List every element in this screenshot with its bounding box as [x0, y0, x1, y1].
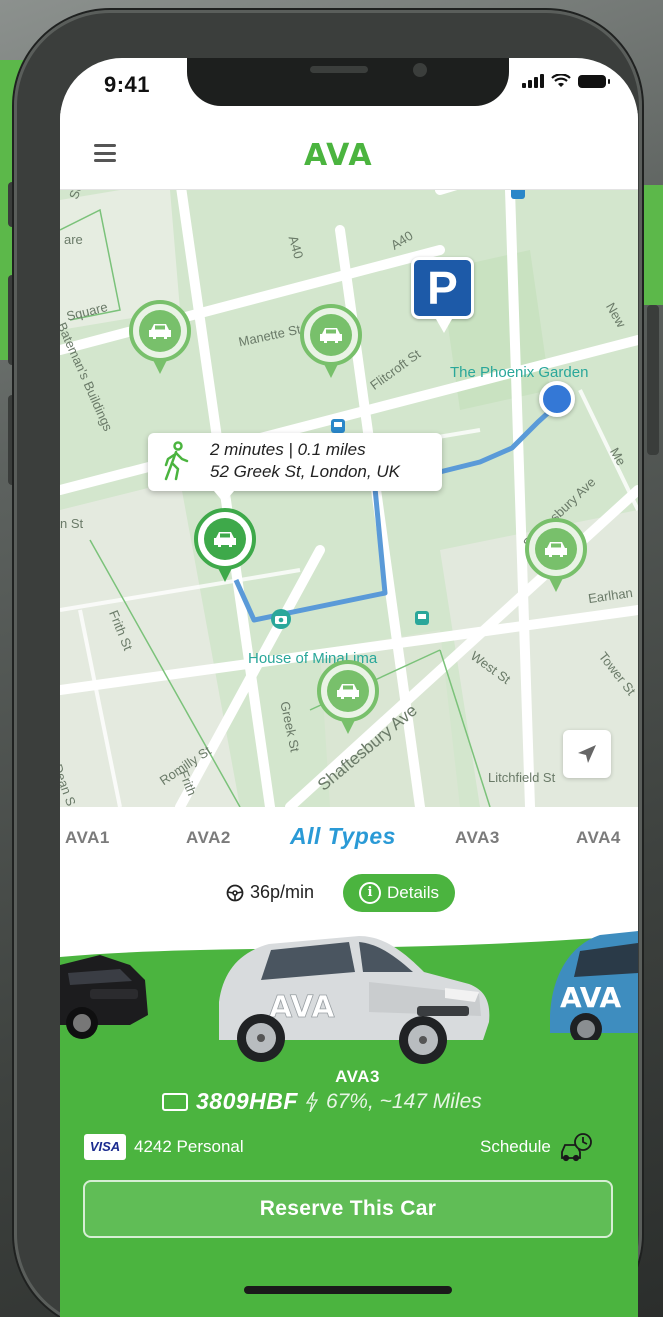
car-pin[interactable]	[317, 660, 379, 740]
schedule-button[interactable]: Schedule	[480, 1132, 593, 1162]
car-icon	[545, 542, 567, 557]
car-pin[interactable]	[300, 304, 362, 384]
payment-label: 4242 Personal	[134, 1137, 244, 1156]
details-button[interactable]: i Details	[343, 874, 455, 912]
phone-power-button	[647, 305, 659, 455]
transit-icon	[511, 190, 525, 199]
car-icon	[337, 684, 359, 699]
locate-me-button[interactable]	[563, 730, 611, 778]
status-time: 9:41	[104, 72, 151, 97]
menu-icon[interactable]	[94, 144, 116, 162]
phone-notch	[187, 58, 509, 106]
parking-marker-tail	[436, 319, 452, 333]
street-label: Litchfield St	[488, 770, 556, 785]
license-plate-icon	[162, 1092, 188, 1111]
phone-screen: AVA are Square Bateman's Buildings A40 A…	[60, 58, 638, 1317]
car-info-row: 3809HBF 67%, ~147 Miles	[162, 1088, 482, 1115]
tab-ava4[interactable]: AVA4	[576, 828, 621, 848]
charge-bolt-icon	[305, 1091, 318, 1112]
license-plate: 3809HBF	[196, 1088, 298, 1114]
phone-frame: AVA are Square Bateman's Buildings A40 A…	[14, 10, 642, 1317]
car-pin[interactable]	[129, 300, 191, 380]
wifi-icon	[551, 74, 571, 87]
schedule-label: Schedule	[480, 1137, 551, 1156]
steering-wheel-icon	[226, 884, 244, 901]
user-location-dot	[539, 381, 575, 417]
charge-range: 67%, ~147 Miles	[325, 1089, 482, 1113]
car-icon	[320, 328, 342, 343]
price-rate-text: 36p/min	[250, 882, 315, 902]
transit-icon	[415, 611, 429, 625]
info-icon: i	[359, 882, 382, 904]
route-address: 52 Greek St, London, UK	[210, 462, 400, 481]
visa-card-icon: VISA	[84, 1134, 126, 1160]
car-left-partial[interactable]	[60, 925, 150, 1045]
car-image-ava3[interactable]: AVA	[209, 922, 494, 1072]
car-clock-icon	[560, 1133, 592, 1162]
walking-icon	[164, 441, 189, 481]
car-model: AVA3	[335, 1067, 380, 1086]
status-icons	[522, 74, 610, 88]
tab-ava3[interactable]: AVA3	[455, 828, 500, 848]
street-label: are	[64, 232, 83, 247]
tab-ava1[interactable]: AVA1	[65, 828, 110, 848]
route-duration: 2 minutes | 0.1 miles	[210, 440, 366, 459]
reserve-button[interactable]: Reserve This Car	[83, 1180, 613, 1238]
tab-ava2[interactable]: AVA2	[186, 828, 231, 848]
camera-icon	[271, 609, 291, 629]
car-icon	[214, 532, 236, 547]
tab-all-types[interactable]: All Types	[290, 823, 396, 850]
signal-icon	[522, 74, 544, 88]
car-pin-selected[interactable]	[194, 508, 256, 588]
location-arrow-icon	[578, 745, 596, 763]
battery-icon	[578, 74, 610, 88]
car-pin[interactable]	[525, 518, 587, 598]
app-logo: AVA	[304, 138, 373, 173]
home-indicator	[244, 1286, 452, 1294]
car-body-logo: AVA	[269, 990, 335, 1025]
poi-phoenix-garden[interactable]: The Phoenix Garden	[450, 364, 588, 381]
details-label: Details	[387, 883, 439, 902]
car-right-partial[interactable]: AVA	[550, 925, 638, 1040]
route-tooltip[interactable]: 2 minutes | 0.1 miles 52 Greek St, Londo…	[148, 433, 442, 503]
transit-icon	[331, 419, 345, 433]
payment-method[interactable]: VISA 4242 Personal	[84, 1134, 244, 1160]
parking-marker[interactable]: P	[411, 257, 474, 319]
car-body-logo: AVA	[560, 981, 622, 1014]
street-label: n St	[60, 516, 84, 531]
price-rate: 36p/min	[226, 882, 314, 903]
car-icon	[149, 324, 171, 339]
